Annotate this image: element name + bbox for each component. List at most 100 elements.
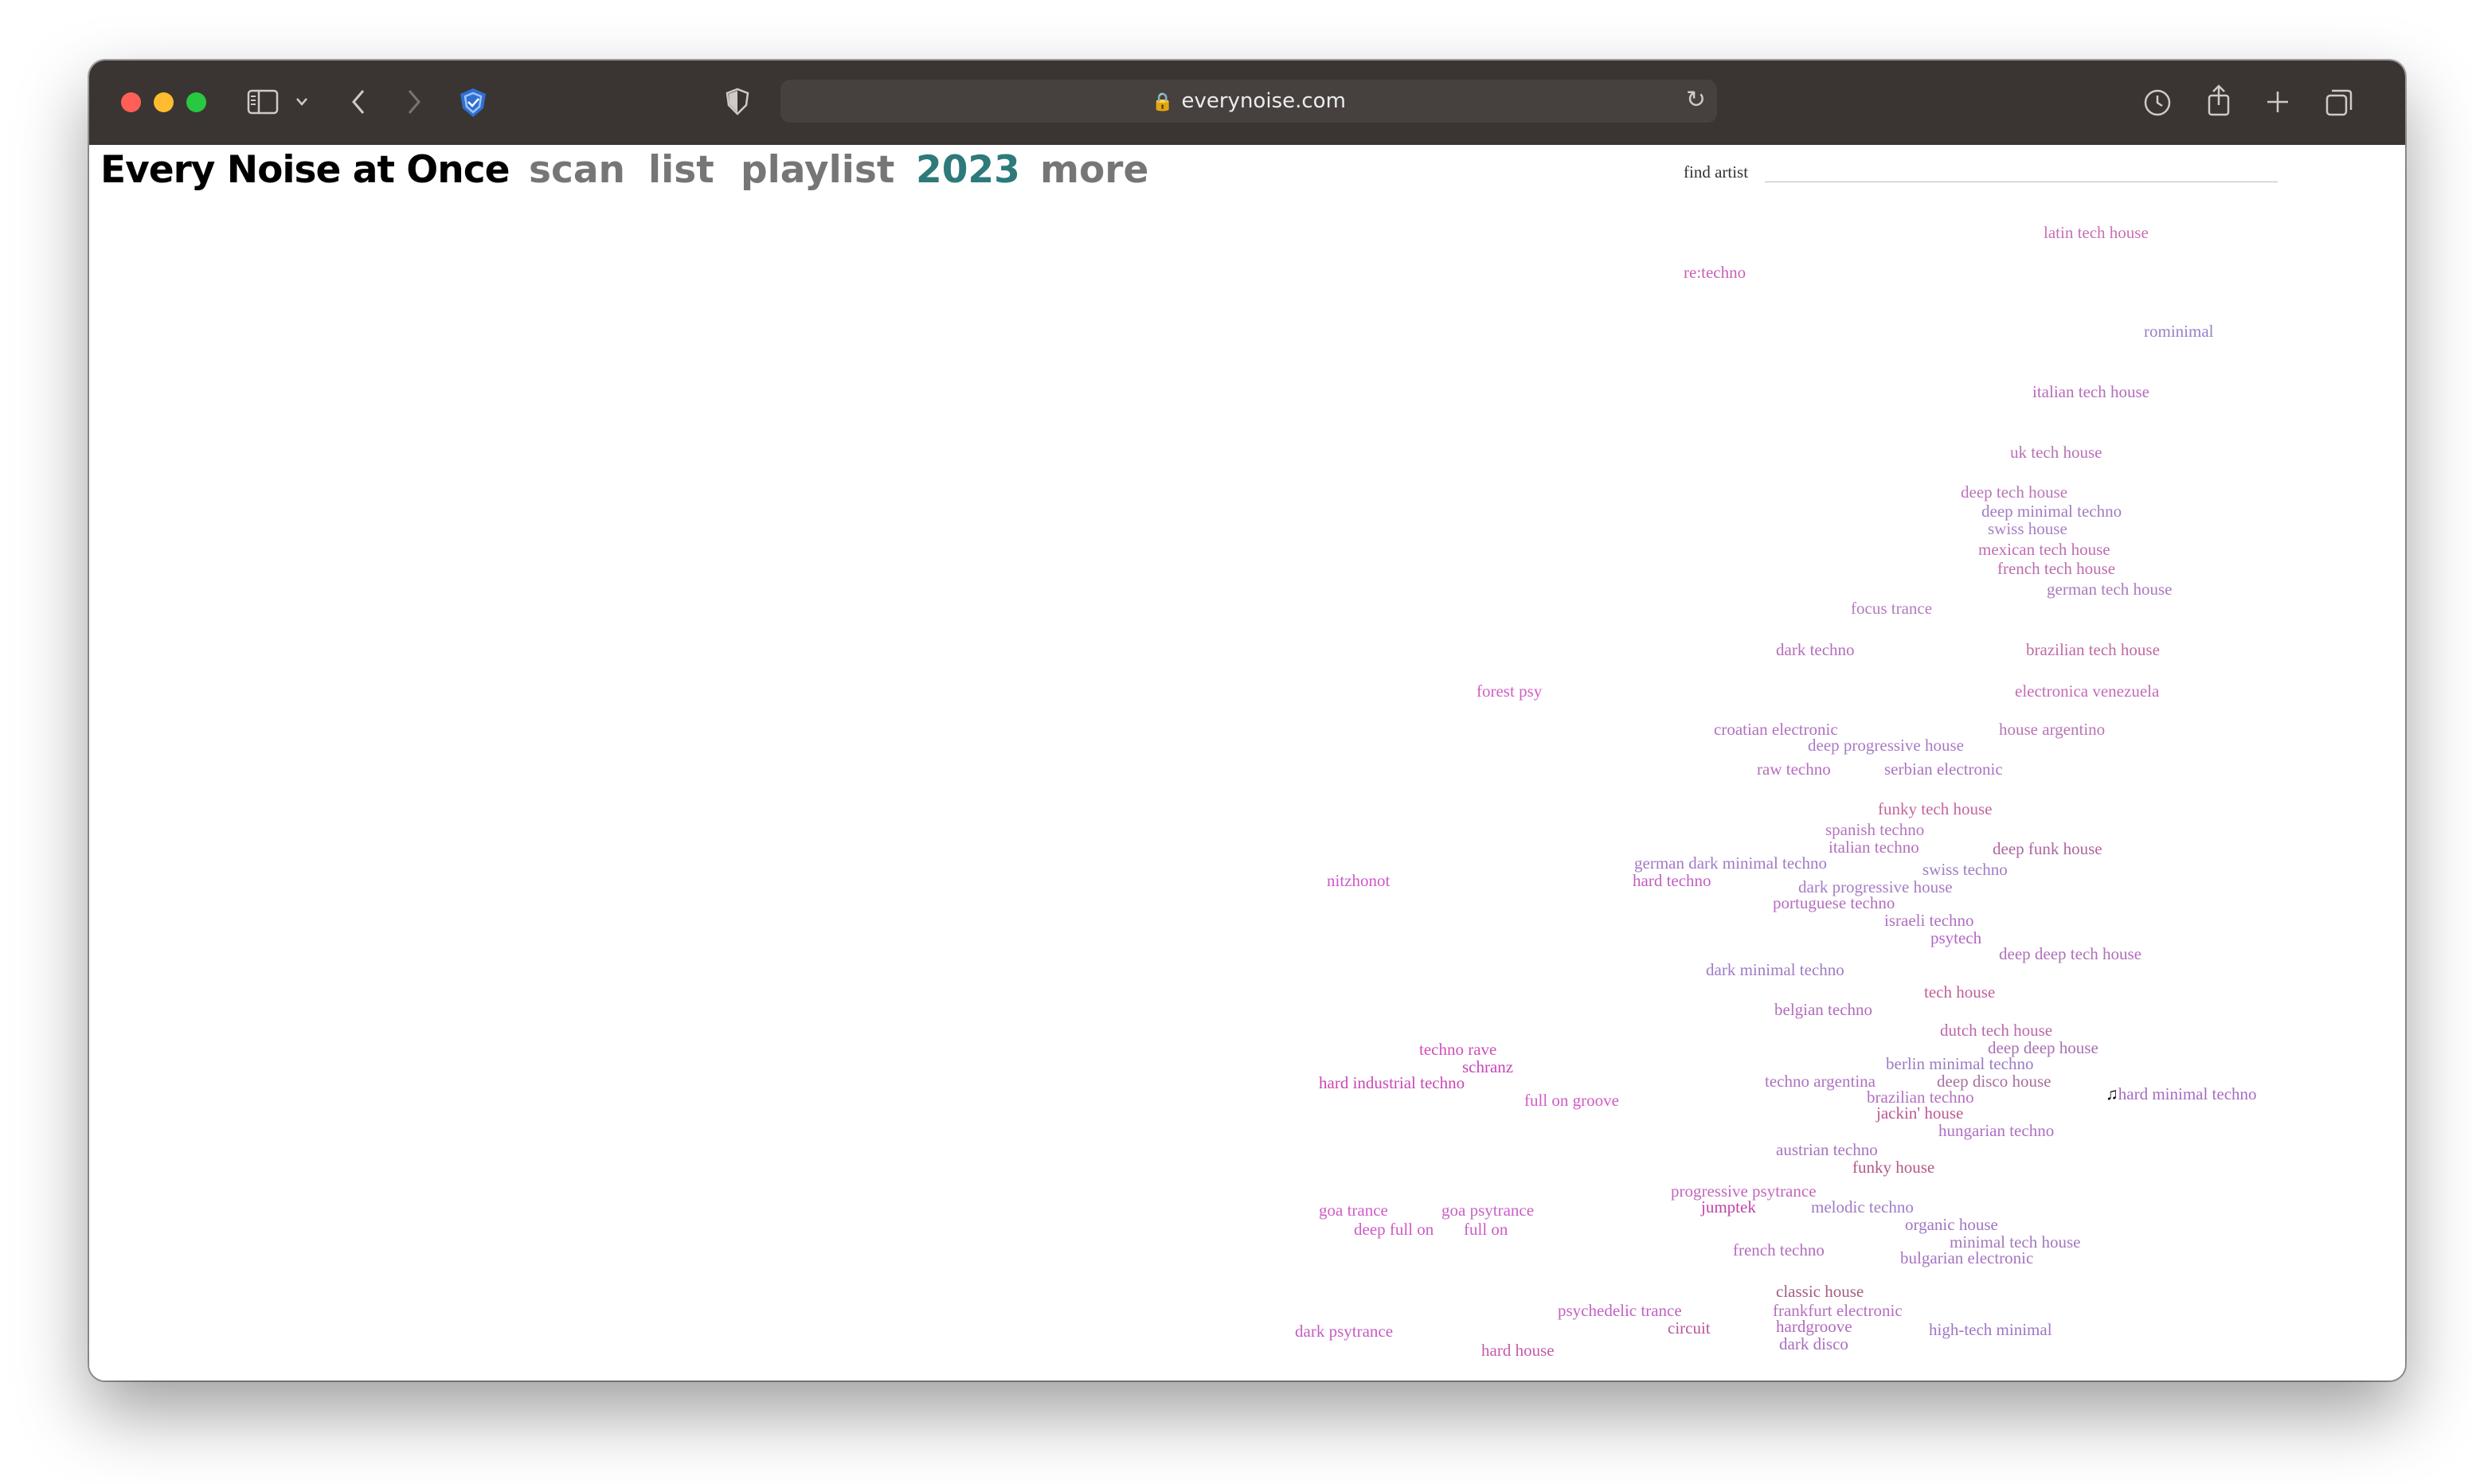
genre-deep-minimal-techno[interactable]: deep minimal techno — [1981, 502, 2122, 521]
site-logo[interactable]: Every Noise at Once — [100, 148, 510, 192]
genre-deep-tech-house[interactable]: deep tech house — [1961, 482, 2067, 502]
genre-electronica-venezuela[interactable]: electronica venezuela — [2015, 681, 2159, 701]
genre-label: swiss techno — [1922, 860, 2008, 879]
genre-hard-industrial-techno[interactable]: hard industrial techno — [1319, 1073, 1465, 1092]
genre-label: hard techno — [1633, 871, 1711, 890]
genre-raw-techno[interactable]: raw techno — [1757, 760, 1831, 779]
reload-icon[interactable]: ↻ — [1686, 86, 1706, 114]
nav-2023[interactable]: 2023 — [916, 148, 1020, 192]
nav-scan[interactable]: scan — [529, 148, 625, 192]
nav-more[interactable]: more — [1040, 148, 1148, 192]
genre-belgian-techno[interactable]: belgian techno — [1774, 1000, 1872, 1019]
find-artist-input[interactable] — [1765, 153, 2278, 182]
genre-spanish-techno[interactable]: spanish techno — [1825, 820, 1924, 839]
shield-icon[interactable] — [457, 86, 489, 119]
genre-israeli-techno[interactable]: israeli techno — [1884, 911, 1974, 930]
genre-swiss-techno[interactable]: swiss techno — [1922, 860, 2008, 879]
genre-berlin-minimal-techno[interactable]: berlin minimal techno — [1886, 1054, 2033, 1073]
genre-german-tech-house[interactable]: german tech house — [2047, 580, 2172, 599]
genre-dark-minimal-techno[interactable]: dark minimal techno — [1706, 960, 1844, 979]
genre-circuit[interactable]: circuit — [1668, 1318, 1711, 1338]
lock-icon: 🔒 — [1152, 92, 1174, 112]
genre-label: deep full on — [1354, 1220, 1434, 1239]
chevron-down-icon[interactable] — [295, 96, 309, 108]
genre-italian-tech-house[interactable]: italian tech house — [2032, 382, 2149, 401]
genre-serbian-electronic[interactable]: serbian electronic — [1884, 760, 2003, 779]
genre-label: techno rave — [1419, 1040, 1497, 1059]
genre-mexican-tech-house[interactable]: mexican tech house — [1978, 540, 2110, 559]
genre-french-tech-house[interactable]: french tech house — [1997, 559, 2115, 578]
genre-goa-psytrance[interactable]: goa psytrance — [1441, 1201, 1534, 1220]
privacy-report-icon[interactable] — [725, 88, 750, 116]
genre-nitzhonot[interactable]: nitzhonot — [1327, 871, 1390, 890]
genre-techno-argentina[interactable]: techno argentina — [1765, 1072, 1876, 1091]
genre-melodic-techno[interactable]: melodic techno — [1811, 1197, 1914, 1216]
genre-label: psytech — [1930, 928, 1982, 947]
genre-jumptek[interactable]: jumptek — [1701, 1197, 1756, 1216]
genre-funky-tech-house[interactable]: funky tech house — [1878, 799, 1992, 818]
genre-uk-tech-house[interactable]: uk tech house — [2010, 443, 2102, 462]
genre-deep-full-on[interactable]: deep full on — [1354, 1220, 1434, 1239]
nav-list[interactable]: list — [648, 148, 714, 192]
genre-french-techno[interactable]: french techno — [1733, 1240, 1825, 1259]
minimize-window-button[interactable] — [154, 92, 174, 112]
genre-italian-techno[interactable]: italian techno — [1829, 838, 1919, 857]
genre-dark-disco[interactable]: dark disco — [1779, 1334, 1848, 1353]
genre-austrian-techno[interactable]: austrian techno — [1776, 1140, 1878, 1159]
genre-hard-techno[interactable]: hard techno — [1633, 871, 1711, 890]
address-bar[interactable]: 🔒 everynoise.com ↻ — [780, 80, 1717, 123]
genre-label: spanish techno — [1825, 820, 1925, 839]
genre-tech-house[interactable]: tech house — [1924, 982, 1995, 1002]
tab-overview-icon[interactable] — [2324, 88, 2354, 118]
genre-label: italian techno — [1829, 838, 1919, 857]
genre-schranz[interactable]: schranz — [1462, 1057, 1513, 1076]
zoom-window-button[interactable] — [186, 92, 206, 112]
genre-swiss-house[interactable]: swiss house — [1988, 519, 2067, 538]
forward-button[interactable] — [405, 88, 424, 116]
genre-label: french techno — [1733, 1240, 1825, 1259]
genre-deep-funk-house[interactable]: deep funk house — [1993, 839, 2102, 858]
genre-label: funky tech house — [1878, 799, 1993, 818]
close-window-button[interactable] — [121, 92, 141, 112]
genre-dark-psytrance[interactable]: dark psytrance — [1295, 1322, 1393, 1341]
genre-high-tech-minimal[interactable]: high-tech minimal — [1929, 1320, 2052, 1339]
genre-german-dark-minimal-techno[interactable]: german dark minimal techno — [1634, 853, 1827, 873]
genre-deep-progressive-house[interactable]: deep progressive house — [1808, 736, 1964, 755]
nav-playlist[interactable]: playlist — [741, 148, 894, 192]
genre-label: psychedelic trance — [1558, 1301, 1682, 1320]
genre-rominimal[interactable]: rominimal — [2144, 322, 2214, 341]
genre-forest-psy[interactable]: forest psy — [1477, 681, 1542, 701]
genre-jackin-house[interactable]: jackin' house — [1876, 1103, 1963, 1123]
genre-psychedelic-trance[interactable]: psychedelic trance — [1558, 1301, 1682, 1320]
genre-label: re:techno — [1684, 263, 1746, 282]
genre-full-on-groove[interactable]: full on groove — [1524, 1091, 1619, 1110]
genre-house-argentino[interactable]: house argentino — [1999, 720, 2105, 739]
genre-full-on[interactable]: full on — [1464, 1220, 1508, 1239]
genre-dark-techno[interactable]: dark techno — [1776, 640, 1855, 659]
genre-hungarian-techno[interactable]: hungarian techno — [1938, 1121, 2054, 1140]
genre-organic-house[interactable]: organic house — [1905, 1215, 1998, 1234]
genre-goa-trance[interactable]: goa trance — [1319, 1201, 1388, 1220]
genre-classic-house[interactable]: classic house — [1776, 1282, 1864, 1301]
genre-brazilian-tech-house[interactable]: brazilian tech house — [2026, 640, 2160, 659]
plus-icon[interactable] — [2265, 89, 2290, 115]
genre-latin-tech-house[interactable]: latin tech house — [2044, 223, 2149, 242]
genre-label: hard house — [1481, 1341, 1555, 1360]
genre-focus-trance[interactable]: focus trance — [1851, 599, 1932, 618]
genre-deep-deep-tech-house[interactable]: deep deep tech house — [1999, 944, 2141, 963]
genre-dutch-tech-house[interactable]: dutch tech house — [1940, 1021, 2052, 1040]
genre-re-techno[interactable]: re:techno — [1684, 263, 1746, 282]
genre-bulgarian-electronic[interactable]: bulgarian electronic — [1900, 1248, 2033, 1267]
history-icon[interactable] — [2142, 88, 2173, 118]
genre-techno-rave[interactable]: techno rave — [1419, 1040, 1496, 1059]
genre-hard-house[interactable]: hard house — [1481, 1341, 1555, 1360]
genre-hardgroove[interactable]: hardgroove — [1776, 1317, 1852, 1336]
genre-hard-minimal-techno[interactable]: ♫hard minimal techno — [2106, 1084, 2257, 1103]
genre-portuguese-techno[interactable]: portuguese techno — [1773, 893, 1895, 912]
genre-label: bulgarian electronic — [1900, 1248, 2034, 1267]
share-icon[interactable] — [2206, 83, 2231, 118]
genre-funky-house[interactable]: funky house — [1852, 1158, 1934, 1177]
genre-psytech[interactable]: psytech — [1930, 928, 1981, 947]
sidebar-icon[interactable] — [247, 89, 279, 115]
back-button[interactable] — [349, 88, 368, 116]
